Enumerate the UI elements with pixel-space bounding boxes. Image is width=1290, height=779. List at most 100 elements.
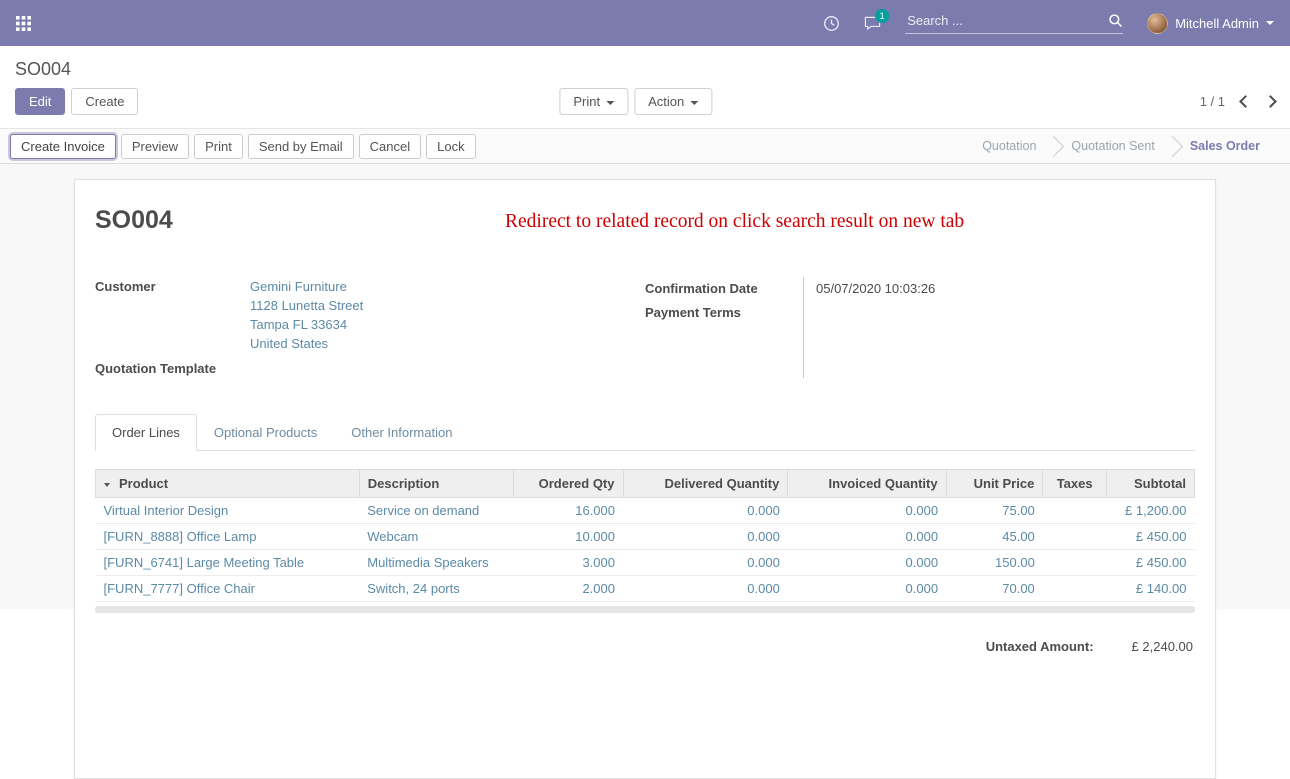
- print-button[interactable]: Print: [194, 134, 243, 159]
- status-step-quotation-sent[interactable]: Quotation Sent: [1055, 139, 1170, 153]
- untaxed-amount-label: Untaxed Amount:: [986, 639, 1094, 654]
- cell-taxes: [1043, 498, 1107, 524]
- customer-country: United States: [250, 334, 363, 353]
- search-box: [905, 12, 1123, 34]
- totals-row: Untaxed Amount: £ 2,240.00: [95, 639, 1195, 654]
- tab-order-lines[interactable]: Order Lines: [95, 414, 197, 451]
- status-step-sales-order[interactable]: Sales Order: [1174, 139, 1276, 153]
- create-button[interactable]: Create: [71, 88, 138, 115]
- notebook-tabs: Order Lines Optional Products Other Info…: [95, 414, 1195, 451]
- cell-subtotal: £ 450.00: [1107, 524, 1195, 550]
- cell-ordered-qty: 10.000: [513, 524, 623, 550]
- search-input[interactable]: [905, 12, 1108, 29]
- messages-icon[interactable]: 1: [864, 15, 881, 32]
- cell-invoiced-qty: 0.000: [788, 550, 946, 576]
- user-name: Mitchell Admin: [1175, 16, 1259, 31]
- cell-taxes: [1043, 524, 1107, 550]
- cancel-button[interactable]: Cancel: [359, 134, 421, 159]
- annotation-note: Redirect to related record on click sear…: [505, 211, 964, 233]
- print-label: Print: [573, 94, 600, 109]
- cell-subtotal: £ 140.00: [1107, 576, 1195, 602]
- header-description[interactable]: Description: [359, 470, 513, 498]
- header-unit-price[interactable]: Unit Price: [946, 470, 1043, 498]
- untaxed-amount-value: £ 2,240.00: [1132, 639, 1193, 654]
- tab-other-information[interactable]: Other Information: [334, 414, 469, 451]
- table-row[interactable]: [FURN_8888] Office Lamp Webcam 10.000 0.…: [96, 524, 1195, 550]
- cell-ordered-qty: 2.000: [513, 576, 623, 602]
- table-row[interactable]: [FURN_7777] Office Chair Switch, 24 port…: [96, 576, 1195, 602]
- pager-value: 1 / 1: [1200, 94, 1225, 109]
- cell-description: Multimedia Speakers: [359, 550, 513, 576]
- header-product[interactable]: Product: [96, 470, 360, 498]
- status-pipeline: Quotation Quotation Sent Sales Order: [966, 139, 1276, 154]
- send-by-email-button[interactable]: Send by Email: [248, 134, 354, 159]
- edit-button[interactable]: Edit: [15, 88, 65, 115]
- cell-product[interactable]: Virtual Interior Design: [96, 498, 360, 524]
- cell-ordered-qty: 16.000: [513, 498, 623, 524]
- cell-subtotal: £ 1,200.00: [1107, 498, 1195, 524]
- action-dropdown-button[interactable]: Action: [634, 88, 712, 115]
- cell-unit-price: 70.00: [946, 576, 1043, 602]
- user-menu[interactable]: Mitchell Admin: [1147, 13, 1274, 34]
- table-row[interactable]: [FURN_6741] Large Meeting Table Multimed…: [96, 550, 1195, 576]
- tab-optional-products[interactable]: Optional Products: [197, 414, 334, 451]
- chevron-down-icon: [1266, 21, 1274, 25]
- cell-description: Service on demand: [359, 498, 513, 524]
- cell-invoiced-qty: 0.000: [788, 576, 946, 602]
- cell-taxes: [1043, 576, 1107, 602]
- header-taxes[interactable]: Taxes: [1043, 470, 1107, 498]
- form-view: SO004 Redirect to related record on clic…: [0, 164, 1290, 609]
- sales-order-sheet: SO004 Redirect to related record on clic…: [74, 179, 1216, 779]
- status-step-quotation[interactable]: Quotation: [966, 139, 1052, 153]
- cell-product[interactable]: [FURN_6741] Large Meeting Table: [96, 550, 360, 576]
- header-invoiced-qty[interactable]: Invoiced Quantity: [788, 470, 946, 498]
- message-count-badge: 1: [875, 9, 889, 23]
- customer-label: Customer: [95, 277, 250, 353]
- action-label: Action: [648, 94, 684, 109]
- cell-invoiced-qty: 0.000: [788, 498, 946, 524]
- search-icon[interactable]: [1108, 13, 1123, 28]
- table-row[interactable]: Virtual Interior Design Service on deman…: [96, 498, 1195, 524]
- cell-delivered-qty: 0.000: [623, 576, 788, 602]
- cell-delivered-qty: 0.000: [623, 550, 788, 576]
- apps-menu-icon[interactable]: [16, 16, 31, 31]
- preview-button[interactable]: Preview: [121, 134, 189, 159]
- pager-previous-icon[interactable]: [1239, 95, 1252, 108]
- topbar: 1 Mitchell Admin: [0, 0, 1290, 46]
- chevron-down-icon: [606, 101, 614, 105]
- order-lines-table: Product Description Ordered Qty Delivere…: [95, 469, 1195, 602]
- cell-description: Switch, 24 ports: [359, 576, 513, 602]
- confirmation-date-value: 05/07/2020 10:03:26: [816, 277, 935, 301]
- cell-product[interactable]: [FURN_8888] Office Lamp: [96, 524, 360, 550]
- cell-unit-price: 75.00: [946, 498, 1043, 524]
- cell-description: Webcam: [359, 524, 513, 550]
- cell-unit-price: 150.00: [946, 550, 1043, 576]
- lock-button[interactable]: Lock: [426, 134, 475, 159]
- header-ordered-qty[interactable]: Ordered Qty: [513, 470, 623, 498]
- table-header-row: Product Description Ordered Qty Delivere…: [96, 470, 1195, 498]
- print-dropdown-button[interactable]: Print: [559, 88, 628, 115]
- cell-subtotal: £ 450.00: [1107, 550, 1195, 576]
- cell-taxes: [1043, 550, 1107, 576]
- header-subtotal[interactable]: Subtotal: [1107, 470, 1195, 498]
- payment-terms-label: Payment Terms: [645, 301, 803, 325]
- control-panel: Edit Create Print Action 1 / 1: [0, 88, 1290, 128]
- chevron-down-icon: [690, 101, 698, 105]
- confirmation-date-label: Confirmation Date: [645, 277, 803, 301]
- cell-ordered-qty: 3.000: [513, 550, 623, 576]
- header-product-label: Product: [119, 476, 168, 491]
- pager-next-icon[interactable]: [1264, 95, 1277, 108]
- cell-product[interactable]: [FURN_7777] Office Chair: [96, 576, 360, 602]
- activities-clock-icon[interactable]: [823, 15, 840, 32]
- header-delivered-qty[interactable]: Delivered Quantity: [623, 470, 788, 498]
- breadcrumb: SO004: [15, 59, 71, 79]
- table-scrollbar[interactable]: [95, 606, 1195, 613]
- customer-link[interactable]: Gemini Furniture 1128 Lunetta Street Tam…: [250, 277, 363, 353]
- cell-delivered-qty: 0.000: [623, 498, 788, 524]
- create-invoice-button[interactable]: Create Invoice: [10, 134, 116, 159]
- avatar: [1147, 13, 1168, 34]
- customer-city: Tampa FL 33634: [250, 315, 363, 334]
- quotation-template-label: Quotation Template: [95, 359, 250, 378]
- cell-invoiced-qty: 0.000: [788, 524, 946, 550]
- cell-delivered-qty: 0.000: [623, 524, 788, 550]
